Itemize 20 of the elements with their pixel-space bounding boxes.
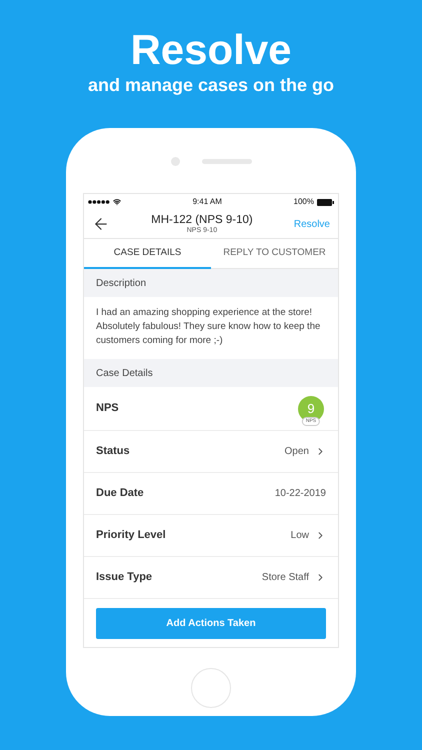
headline: Resolve	[130, 26, 292, 74]
wifi-icon	[113, 198, 121, 206]
field-value: 10-22-2019	[274, 487, 326, 501]
status-time: 9:41 AM	[192, 196, 222, 208]
field-label: Status	[96, 444, 130, 460]
subheadline: and manage cases on the go	[88, 74, 334, 96]
value-selector[interactable]: Low	[290, 528, 326, 543]
value-selector[interactable]: Store Staff	[262, 570, 326, 585]
signal-icon	[88, 200, 110, 204]
field-label: Priority Level	[96, 528, 166, 544]
battery-level: 100%	[294, 196, 314, 208]
field-label: Due Date	[96, 486, 144, 502]
value-selector[interactable]: Open	[284, 444, 326, 459]
field-label: Issue Type	[96, 570, 152, 586]
case-title: MH-122 (NPS 9-10)	[151, 214, 253, 226]
section-header: Case Details	[84, 359, 338, 387]
description-text: I had an amazing shopping experience at the store! Absolutely fabulous! They sure know how to keep the customers coming for more ;-)	[95, 306, 322, 348]
field-label: NPS	[96, 401, 119, 416]
section-header: Description	[84, 269, 338, 297]
battery-icon	[316, 198, 334, 206]
